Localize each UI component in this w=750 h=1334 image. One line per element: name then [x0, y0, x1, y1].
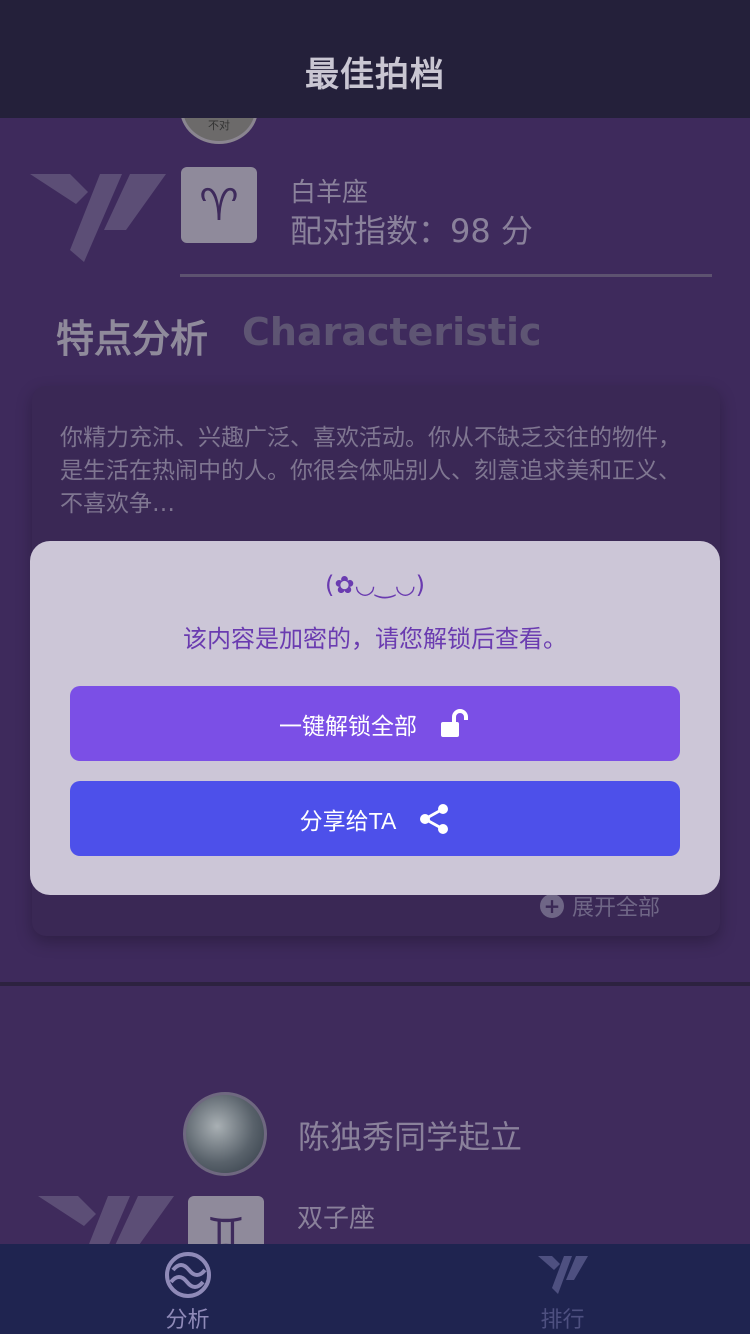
aries-icon: ♈ — [181, 167, 257, 243]
unlock-dialog: (✿◡‿◡) 该内容是加密的，请您解锁后查看。 一键解锁全部 分享给TA — [30, 541, 720, 895]
unlock-icon — [441, 708, 468, 737]
tab-ranking[interactable]: 排行 — [375, 1244, 750, 1334]
avatar-caption: 不对 — [208, 119, 230, 132]
unlock-label: 一键解锁全部 — [279, 712, 417, 739]
person-name: 陈独秀同学起立 — [298, 1118, 523, 1156]
share-label: 分享给TA — [299, 807, 397, 834]
description-text: 你精力充沛、兴趣广泛、喜欢活动。你从不缺乏交往的物件，是生活在热闹中的人。你很会… — [60, 425, 681, 517]
brand-logo-icon — [38, 1196, 174, 1244]
share-button[interactable]: 分享给TA — [70, 781, 680, 856]
navigation-header: 最佳拍档 — [0, 0, 750, 118]
sign-name: 白羊座 — [290, 178, 369, 208]
unlock-all-button[interactable]: 一键解锁全部 — [70, 686, 680, 761]
brand-logo-icon — [30, 174, 166, 262]
emoticon: (✿◡‿◡) — [324, 571, 425, 599]
plus-circle-icon: + — [540, 894, 564, 918]
feature-title: 特点分析 — [56, 317, 209, 361]
tab-label: 分析 — [165, 1308, 210, 1333]
match-score: 配对指数：98 分 — [290, 212, 533, 250]
section-divider — [0, 982, 750, 986]
feature-subtitle: Characteristic — [242, 310, 542, 354]
gemini-icon: ♊ — [188, 1196, 264, 1244]
share-icon — [420, 803, 449, 834]
tab-label: 排行 — [540, 1308, 585, 1333]
sign-name: 双子座 — [297, 1204, 376, 1234]
tab-analysis[interactable]: 分析 — [0, 1244, 375, 1334]
divider — [180, 274, 712, 277]
avatar — [183, 1092, 267, 1176]
bottom-tab-bar: 分析 排行 — [0, 1244, 750, 1334]
dialog-message: 该内容是加密的，请您解锁后查看。 — [183, 625, 567, 653]
analysis-icon — [164, 1252, 211, 1298]
avatar: 不对 — [180, 118, 258, 144]
ranking-icon — [537, 1256, 588, 1294]
page-title: 最佳拍档 — [305, 55, 445, 95]
